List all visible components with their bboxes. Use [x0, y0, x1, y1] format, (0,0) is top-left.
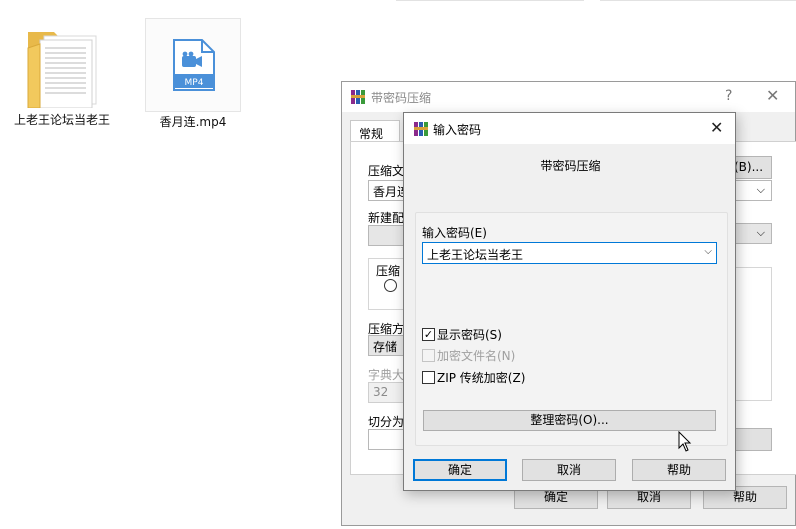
top-divider — [600, 0, 796, 1]
close-icon[interactable]: ✕ — [710, 118, 723, 137]
show-password-label: 显示密码(S) — [437, 328, 502, 342]
folder-label: 上老王论坛当老王 — [13, 113, 110, 127]
format-group-label: 压缩 — [376, 262, 401, 279]
method-select[interactable]: 存储 — [368, 335, 408, 356]
format-radio[interactable] — [384, 279, 397, 292]
dictionary-label: 字典大 — [368, 368, 405, 382]
help-button[interactable]: 帮助 — [632, 459, 726, 481]
chevron-down-icon[interactable]: ⌵ — [704, 246, 712, 257]
password-dialog-heading: 带密码压缩 — [540, 159, 601, 173]
archive-name-dropdown[interactable]: ⌵ — [735, 180, 772, 201]
folder-icon — [27, 32, 97, 108]
dictionary-select[interactable]: 32 — [368, 382, 408, 403]
winrar-icon — [414, 122, 428, 136]
profile-label: 新建配 — [368, 211, 405, 225]
encrypt-filenames-checkbox[interactable]: 加密文件名(N) — [422, 347, 515, 364]
cancel-button[interactable]: 取消 — [522, 459, 616, 481]
video-thumbnail: MP4 — [145, 18, 241, 112]
organize-passwords-button[interactable]: 整理密码(O)... — [423, 410, 716, 431]
folder-item[interactable]: 上老王论坛当老王 — [12, 18, 112, 128]
password-dialog-title: 输入密码 — [433, 123, 482, 137]
checkbox-box — [422, 349, 435, 362]
set-password-button[interactable] — [735, 428, 772, 451]
archive-dialog-titlebar: 带密码压缩 ? ✕ — [342, 82, 795, 112]
password-label: 输入密码(E) — [422, 226, 487, 240]
winrar-icon — [351, 90, 365, 104]
mp4-badge: MP4 — [185, 78, 204, 88]
options-groupbox — [735, 267, 772, 401]
ok-button[interactable]: 确定 — [413, 459, 507, 481]
checkmark-icon: ✓ — [422, 328, 435, 341]
tab-general[interactable]: 常规 — [350, 120, 400, 142]
chevron-down-icon: ⌵ — [756, 226, 765, 239]
encrypt-filenames-label: 加密文件名(N) — [437, 349, 516, 363]
profile-select[interactable] — [368, 225, 408, 246]
archive-name-label: 压缩文 — [368, 164, 405, 178]
zip-legacy-encryption-checkbox[interactable]: ZIP 传统加密(Z) — [422, 369, 525, 386]
top-divider — [396, 0, 584, 1]
split-field[interactable] — [368, 429, 408, 450]
password-dialog-titlebar: 输入密码 ✕ — [404, 113, 735, 144]
update-mode-select[interactable]: ⌵ — [735, 223, 772, 244]
checkbox-box — [422, 371, 435, 384]
archive-name-field[interactable]: 香月连 — [368, 180, 408, 201]
video-file-item[interactable]: MP4 香月连.mp4 — [145, 18, 241, 130]
archive-dialog-title: 带密码压缩 — [371, 91, 432, 105]
password-input[interactable]: 上老王论坛当老王 ⌵ — [422, 242, 717, 264]
help-icon[interactable]: ? — [725, 88, 732, 104]
show-password-checkbox[interactable]: ✓ 显示密码(S) — [422, 326, 502, 343]
video-file-label: 香月连.mp4 — [159, 115, 227, 129]
zip-legacy-encryption-label: ZIP 传统加密(Z) — [437, 371, 526, 385]
video-file-icon: MP4 — [173, 39, 215, 91]
close-icon[interactable]: ✕ — [766, 86, 779, 105]
password-value: 上老王论坛当老王 — [427, 248, 524, 262]
split-label: 切分为 — [368, 415, 405, 429]
chevron-down-icon: ⌵ — [756, 183, 765, 196]
mouse-cursor-icon — [678, 431, 692, 452]
